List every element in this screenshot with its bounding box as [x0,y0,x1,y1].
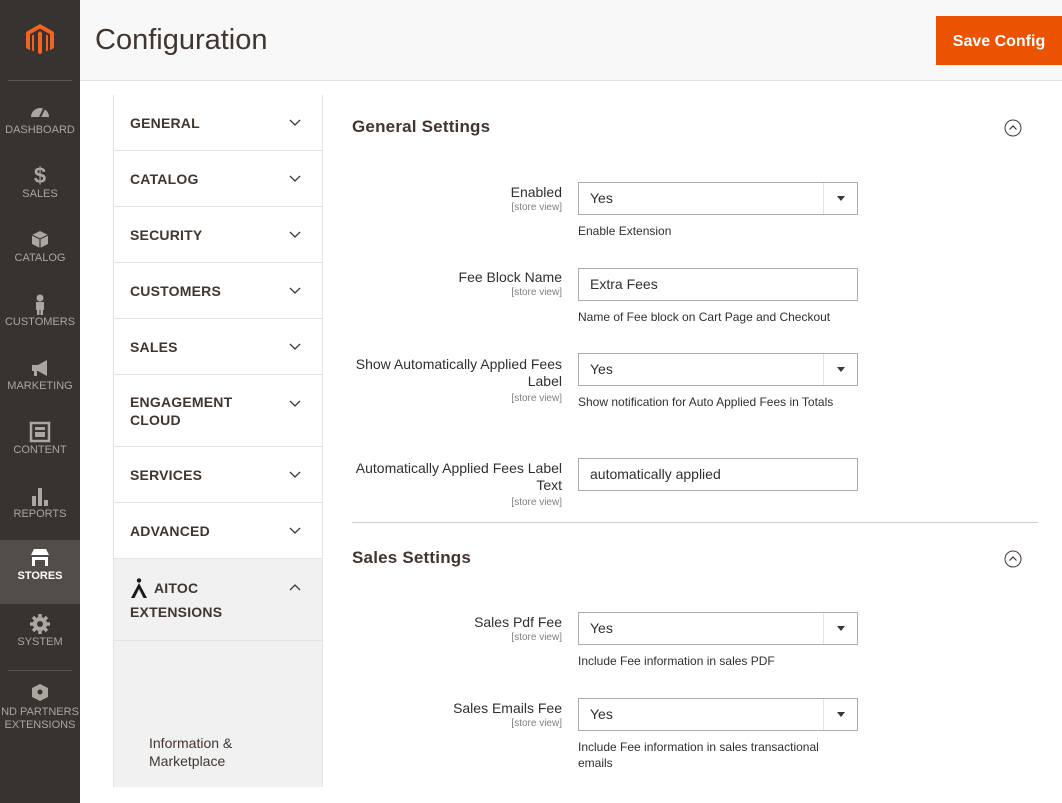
label-fee-block-name: Fee Block Name [458,269,562,285]
nav-catalog[interactable]: CATALOG [0,222,80,286]
chevron-down-icon [289,231,301,238]
select-arrow-icon [823,183,857,214]
tab-advanced[interactable]: ADVANCED [114,503,322,559]
chevron-down-icon [289,400,301,407]
tab-general[interactable]: GENERAL [114,95,322,151]
megaphone-icon [32,360,47,376]
magento-logo[interactable] [0,0,80,80]
chevron-down-icon [289,287,301,294]
nav-sales[interactable]: $ SALES [0,158,80,222]
chevron-down-icon [289,119,301,126]
note-fee-block-name: Name of Fee block on Cart Page and Check… [578,310,831,324]
chevron-down-icon [289,175,301,182]
auto-applied-fees-text-input[interactable]: automatically applied [578,458,858,491]
label-auto-applied-fees-text: Automatically Applied Fees Label Text [355,460,562,493]
nav-dashboard[interactable]: DASHBOARD [0,94,80,158]
label-sales-emails-fee: Sales Emails Fee [453,700,562,716]
label-show-auto-applied-fees: Show Automatically Applied Fees Label [355,356,562,389]
tab-customers[interactable]: CUSTOMERS [114,263,322,319]
section-title-sales-settings[interactable]: Sales Settings [352,548,471,568]
enabled-select[interactable]: Yes [578,182,858,215]
select-arrow-icon [823,613,857,644]
collapse-general-icon[interactable] [1004,119,1022,137]
scope-show-auto-applied-fees: [store view] [511,393,562,404]
nav-customers[interactable]: CUSTOMERS [0,286,80,350]
scope-sales-emails-fee: [store view] [511,718,562,729]
select-arrow-icon [823,699,857,730]
note-enabled: Enable Extension [578,224,672,238]
cube-icon [31,231,49,248]
tab-item-information-marketplace[interactable]: Information & Marketplace [149,734,309,770]
scope-sales-pdf-fee: [store view] [511,632,562,643]
sales-emails-fee-select[interactable]: Yes [578,698,858,731]
tab-sales[interactable]: SALES [114,319,322,375]
note-sales-pdf-fee: Include Fee information in sales PDF [578,654,775,668]
save-config-button[interactable]: Save Config [936,16,1062,65]
content-icon [29,421,51,443]
section-divider [352,522,1038,523]
sales-pdf-fee-select[interactable]: Yes [578,612,858,645]
tab-catalog[interactable]: CATALOG [114,151,322,207]
chevron-down-icon [289,527,301,534]
extensions-icon [32,684,48,701]
gear-icon [30,614,50,634]
nav-content[interactable]: CONTENT [0,414,80,478]
scope-enabled: [store view] [511,202,562,213]
chevron-up-icon [289,584,301,591]
chevron-down-icon [289,471,301,478]
tab-aitoc-extensions[interactable]: AITOC EXTENSIONS [114,559,322,641]
show-auto-applied-fees-select[interactable]: Yes [578,353,858,386]
aitoc-logo-icon [131,578,147,598]
page-header: Configuration Save Config [80,0,1062,81]
fee-block-name-input[interactable]: Extra Fees [578,268,858,301]
config-tabs: GENERAL CATALOG SECURITY CUSTOMERS SALES… [113,95,323,787]
nav-reports[interactable]: REPORTS [0,478,80,542]
admin-sidebar: DASHBOARD $ SALES CATALOG CUSTOMERS MARK… [0,0,80,803]
section-title-general-settings[interactable]: General Settings [352,117,490,137]
label-enabled: Enabled [510,184,562,200]
collapse-sales-icon[interactable] [1004,550,1022,568]
dollar-icon: $ [33,163,47,188]
scope-fee-block-name: [store view] [511,287,562,298]
magento-logo-icon [26,24,54,55]
tab-security[interactable]: SECURITY [114,207,322,263]
nav-system[interactable]: SYSTEM [0,606,80,670]
label-sales-pdf-fee: Sales Pdf Fee [474,614,562,630]
nav-partners-extensions[interactable]: ND PARTNERS EXTENSIONS [0,676,80,746]
page-title: Configuration [95,24,268,56]
chevron-down-icon [289,343,301,350]
nav-stores[interactable]: STORES [0,540,80,604]
note-show-auto-applied-fees: Show notification for Auto Applied Fees … [578,395,834,409]
bar-chart-icon [32,488,48,506]
select-arrow-icon [823,354,857,385]
note-sales-emails-fee: Include Fee information in sales transac… [578,740,819,770]
scope-auto-applied-fees-text: [store view] [511,497,562,508]
nav-marketing[interactable]: MARKETING [0,350,80,414]
tab-engagement-cloud[interactable]: ENGAGEMENT CLOUD [114,375,322,447]
dashboard-icon [31,108,49,118]
store-icon [31,549,49,566]
person-icon [36,294,44,315]
tab-services[interactable]: SERVICES [114,447,322,503]
